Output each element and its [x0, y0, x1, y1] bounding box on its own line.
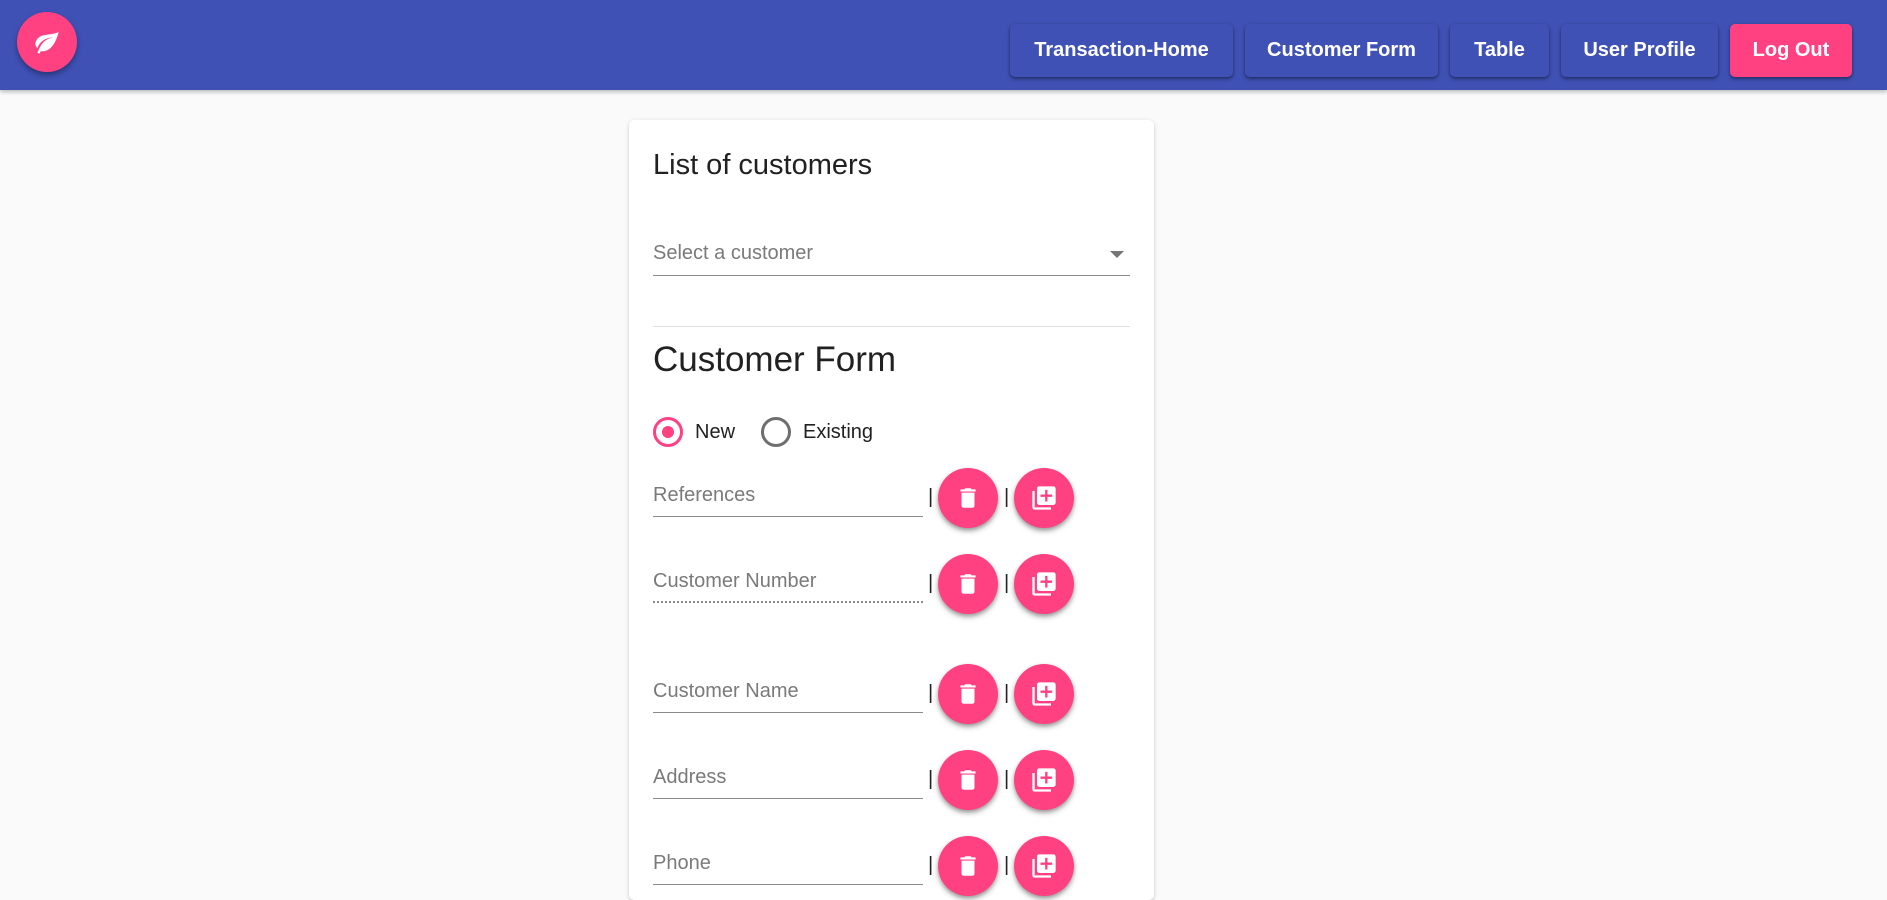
- address-input[interactable]: Address: [653, 765, 923, 799]
- separator: |: [928, 768, 934, 790]
- customer-name-input[interactable]: Customer Name: [653, 679, 923, 713]
- delete-references-button[interactable]: [938, 468, 998, 528]
- leaf-icon: [35, 31, 59, 54]
- add-phone-button[interactable]: [1014, 836, 1074, 896]
- delete-address-button[interactable]: [938, 750, 998, 810]
- separator: |: [1004, 486, 1010, 508]
- top-toolbar: Transaction-Home Customer Form Table Use…: [0, 0, 1887, 90]
- add-customer-name-button[interactable]: [1014, 664, 1074, 724]
- separator: |: [928, 486, 934, 508]
- trash-icon: [960, 770, 976, 790]
- radio-checked-icon: [653, 417, 683, 447]
- customer-select-placeholder: Select a customer: [653, 242, 814, 264]
- logo-button[interactable]: [17, 12, 77, 72]
- separator: |: [928, 682, 934, 704]
- separator: |: [1004, 768, 1010, 790]
- separator: |: [928, 854, 934, 876]
- customer-number-placeholder: Customer Number: [653, 570, 817, 592]
- radio-new-label: New: [695, 420, 736, 443]
- trash-icon: [960, 856, 976, 876]
- radio-new[interactable]: New: [653, 417, 735, 447]
- delete-customer-name-button[interactable]: [938, 664, 998, 724]
- add-customer-number-button[interactable]: [1014, 554, 1074, 614]
- references-input[interactable]: References: [653, 483, 923, 517]
- logout-button[interactable]: Log Out: [1730, 24, 1852, 77]
- nav-customer-form-button[interactable]: Customer Form: [1245, 24, 1438, 77]
- customer-select[interactable]: Select a customer: [653, 242, 1130, 276]
- nav-transaction-home-button[interactable]: Transaction-Home: [1010, 24, 1233, 77]
- separator: |: [1004, 682, 1010, 704]
- customer-name-placeholder: Customer Name: [653, 680, 799, 702]
- references-placeholder: References: [653, 484, 756, 506]
- customer-card: List of customers Select a customer Cust…: [629, 120, 1154, 900]
- add-copy-icon: [1032, 682, 1056, 706]
- trash-icon: [960, 488, 976, 508]
- add-address-button[interactable]: [1014, 750, 1074, 810]
- add-references-button[interactable]: [1014, 468, 1074, 528]
- radio-unchecked-icon: [761, 417, 791, 447]
- separator: |: [1004, 854, 1010, 876]
- radio-existing-label: Existing: [803, 420, 874, 443]
- add-copy-icon: [1032, 572, 1056, 596]
- phone-placeholder: Phone: [653, 852, 711, 874]
- section-divider: [653, 326, 1130, 327]
- trash-icon: [960, 684, 976, 704]
- separator: |: [928, 572, 934, 594]
- delete-phone-button[interactable]: [938, 836, 998, 896]
- radio-existing[interactable]: Existing: [761, 417, 873, 447]
- customer-number-input[interactable]: Customer Number: [653, 569, 923, 603]
- delete-customer-number-button[interactable]: [938, 554, 998, 614]
- nav-table-button[interactable]: Table: [1450, 24, 1549, 77]
- address-placeholder: Address: [653, 766, 727, 788]
- dropdown-arrow-icon: [1110, 251, 1124, 258]
- phone-input[interactable]: Phone: [653, 851, 923, 885]
- add-copy-icon: [1032, 854, 1056, 878]
- customer-form-title: Customer Form: [653, 340, 897, 379]
- nav-user-profile-button[interactable]: User Profile: [1561, 24, 1718, 77]
- customers-list-title: List of customers: [653, 149, 873, 181]
- add-copy-icon: [1032, 486, 1056, 510]
- separator: |: [1004, 572, 1010, 594]
- add-copy-icon: [1032, 768, 1056, 792]
- trash-icon: [960, 574, 976, 594]
